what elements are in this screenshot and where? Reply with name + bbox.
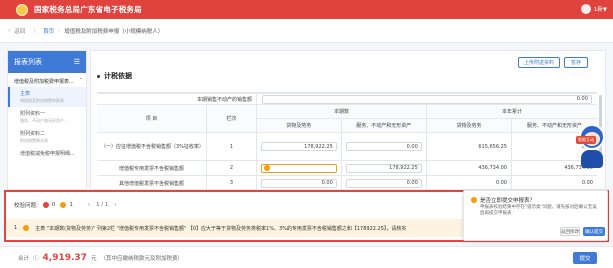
info-icon: ⓘ [33,255,39,262]
cell-input[interactable]: 0.00 [257,176,342,190]
cell-value: 0.00 [427,176,512,190]
col-line-header: 栏次 [207,105,257,132]
table-row: 增值税专用发票不含税销售额 2 178,922.25 436,734.00 43… [97,161,597,176]
table-row: 本期销售不动产的销售额 0.00 [97,93,597,105]
row-label: 本期销售不动产的销售额 [97,94,257,104]
back-button[interactable]: ‹ 返回 [8,27,25,35]
prev-page-icon[interactable]: ‹ [88,202,90,208]
table-header: 项 目 栏次 本期数 货物及劳务 服务、不动产和无形资产 本年累计 货物及劳务 … [97,105,597,133]
error-count-badge[interactable]: 0 [42,202,55,208]
cell-input-warning[interactable] [257,161,342,175]
cell-input[interactable]: 178,922.25 [342,161,427,175]
table-row: （一）应征增值税不含税销售额（3%征收率） 1 178,922.25 0.00 … [97,133,597,161]
total-label: 合计 [18,255,30,262]
col-item-header: 项 目 [97,105,207,132]
warning-count-badge[interactable]: 1 [60,202,73,208]
row-line: 3 [207,176,257,190]
section-title: 计税依据 [97,71,132,81]
warning-icon [60,202,67,208]
confirm-submit-button[interactable]: 确认提交 [583,227,605,236]
return-to-edit-button[interactable]: 返回修改 [560,227,580,236]
mascot-body-icon [581,150,603,168]
row-line: 2 [207,161,257,175]
cell-value: 436,734.00 [427,161,512,175]
warning-icon [23,225,30,231]
sidebar-header: 报表列表 ☰ [8,51,86,73]
cell-value: 0.00 [581,180,593,186]
row-line: 1 [207,133,257,160]
cell-input[interactable]: 178,922.25 [257,133,342,160]
validation-pager: ‹ 1 / 1 › [87,202,117,208]
section-bullet-icon [97,74,100,78]
error-icon [42,202,49,208]
chevron-up-icon: ˄ [79,78,83,84]
sidebar-group[interactable]: 增值税及附加税费申报表... ˄ [8,73,86,87]
sidebar-item-schedule-2[interactable]: 附列资料二 附加税费情况表 [8,127,86,147]
breadcrumb-divider: | [33,27,36,34]
upload-attachments-button[interactable]: 上传附送资料 [518,57,560,68]
total-amount: 4,919.37 [42,252,87,263]
col-ytd-goods-header: 货物及劳务 [427,118,512,132]
table-row: 其他增值税发票不含税销售额 3 0.00 0.00 0.00 0.00 [97,176,597,190]
validation-row-index: 1 [14,225,18,231]
submit-confirm-dialog: 是否立即提交申报表？ 申报表校验结果中存在"提示类"问题，请先核对后确认无误后再… [463,190,608,241]
cell-input[interactable]: 0.00 [257,94,597,104]
cell-input[interactable]: 0.00 [342,133,427,160]
breadcrumb-current: 增值税及附加税费申报（小规模纳税人） [64,28,164,35]
breadcrumb-chevron-icon: › [58,27,61,34]
main-panel: 上传附送资料 暂存 计税依据 本期销售不动产的销售额 0.00 项 目 栏次 本… [90,50,606,190]
user-menu[interactable]: 1新▼ [580,4,607,14]
collapse-menu-icon[interactable]: ☰ [74,58,80,66]
assistant-mascot[interactable]: 智能互动 [576,120,608,172]
mascot-label: 智能互动 [576,136,596,144]
col-current-header: 本期数 [257,105,426,119]
col-ytd-header: 本年累计 [427,105,597,119]
validation-label: 校验问题: [14,203,38,209]
tax-emblem-icon [16,3,28,16]
row-label: 其他增值税发票不含税销售额 [97,176,207,190]
warning-icon [264,165,271,171]
submit-button[interactable]: 提交 [573,252,597,264]
row-label: （一）应征增值税不含税销售额（3%征收率） [97,133,207,160]
dialog-title: 是否立即提交申报表？ [480,198,536,204]
sidebar-item-main-form[interactable]: 主表 增值税及附加税费申报表 [8,87,86,107]
cell-value: 615,656.25 [427,133,512,160]
dialog-title-row: 是否立即提交申报表？ [471,196,535,204]
user-name: 1新▼ [593,7,607,13]
question-icon [471,197,477,203]
sidebar-title: 报表列表 [14,58,42,66]
total-note: （其中应缴纳税款元及附加税费） [100,255,183,262]
cell-input[interactable]: 0.00 [342,176,427,190]
site-title: 国家税务总局广东省电子税务局 [34,5,142,14]
sidebar-item-schedule-1[interactable]: 附列资料一 服务、不动产和无形资产... [8,107,86,127]
dialog-message: 申报表校验结果中存在"提示类"问题，请先核对后确认无误后再提交申报表 [480,205,597,216]
validation-message: 主表 "本期数(货物及劳务)" 列第2栏 "增值税专用发票不含税销售额" 【0】… [35,225,407,232]
footer-bar: 合计 ⓘ 4,919.37 元 （其中应缴纳税款元及附加税费） 提交 [0,246,613,268]
user-avatar-icon [580,4,591,14]
total-unit: 元 [90,255,97,262]
sidebar-item-exemption-detail[interactable]: 增值税减免税申报明细... [8,147,86,160]
back-arrow-icon: ‹ [8,27,11,34]
next-page-icon[interactable]: › [114,202,116,208]
col-goods-header: 货物及劳务 [257,118,342,132]
breadcrumb: ‹ 返回 | 首页 › 增值税及附加税费申报（小规模纳税人） [0,19,613,43]
save-draft-button[interactable]: 暂存 [564,57,588,68]
report-sidebar: 报表列表 ☰ 增值税及附加税费申报表... ˄ 主表 增值税及附加税费申报表 附… [7,50,87,190]
row-label: 增值税专用发票不含税销售额 [97,161,207,175]
top-bar: 国家税务总局广东省电子税务局 1新▼ [0,0,613,19]
breadcrumb-home-link[interactable]: 首页 [43,27,54,35]
col-services-header: 服务、不动产和无形资产 [356,122,412,129]
